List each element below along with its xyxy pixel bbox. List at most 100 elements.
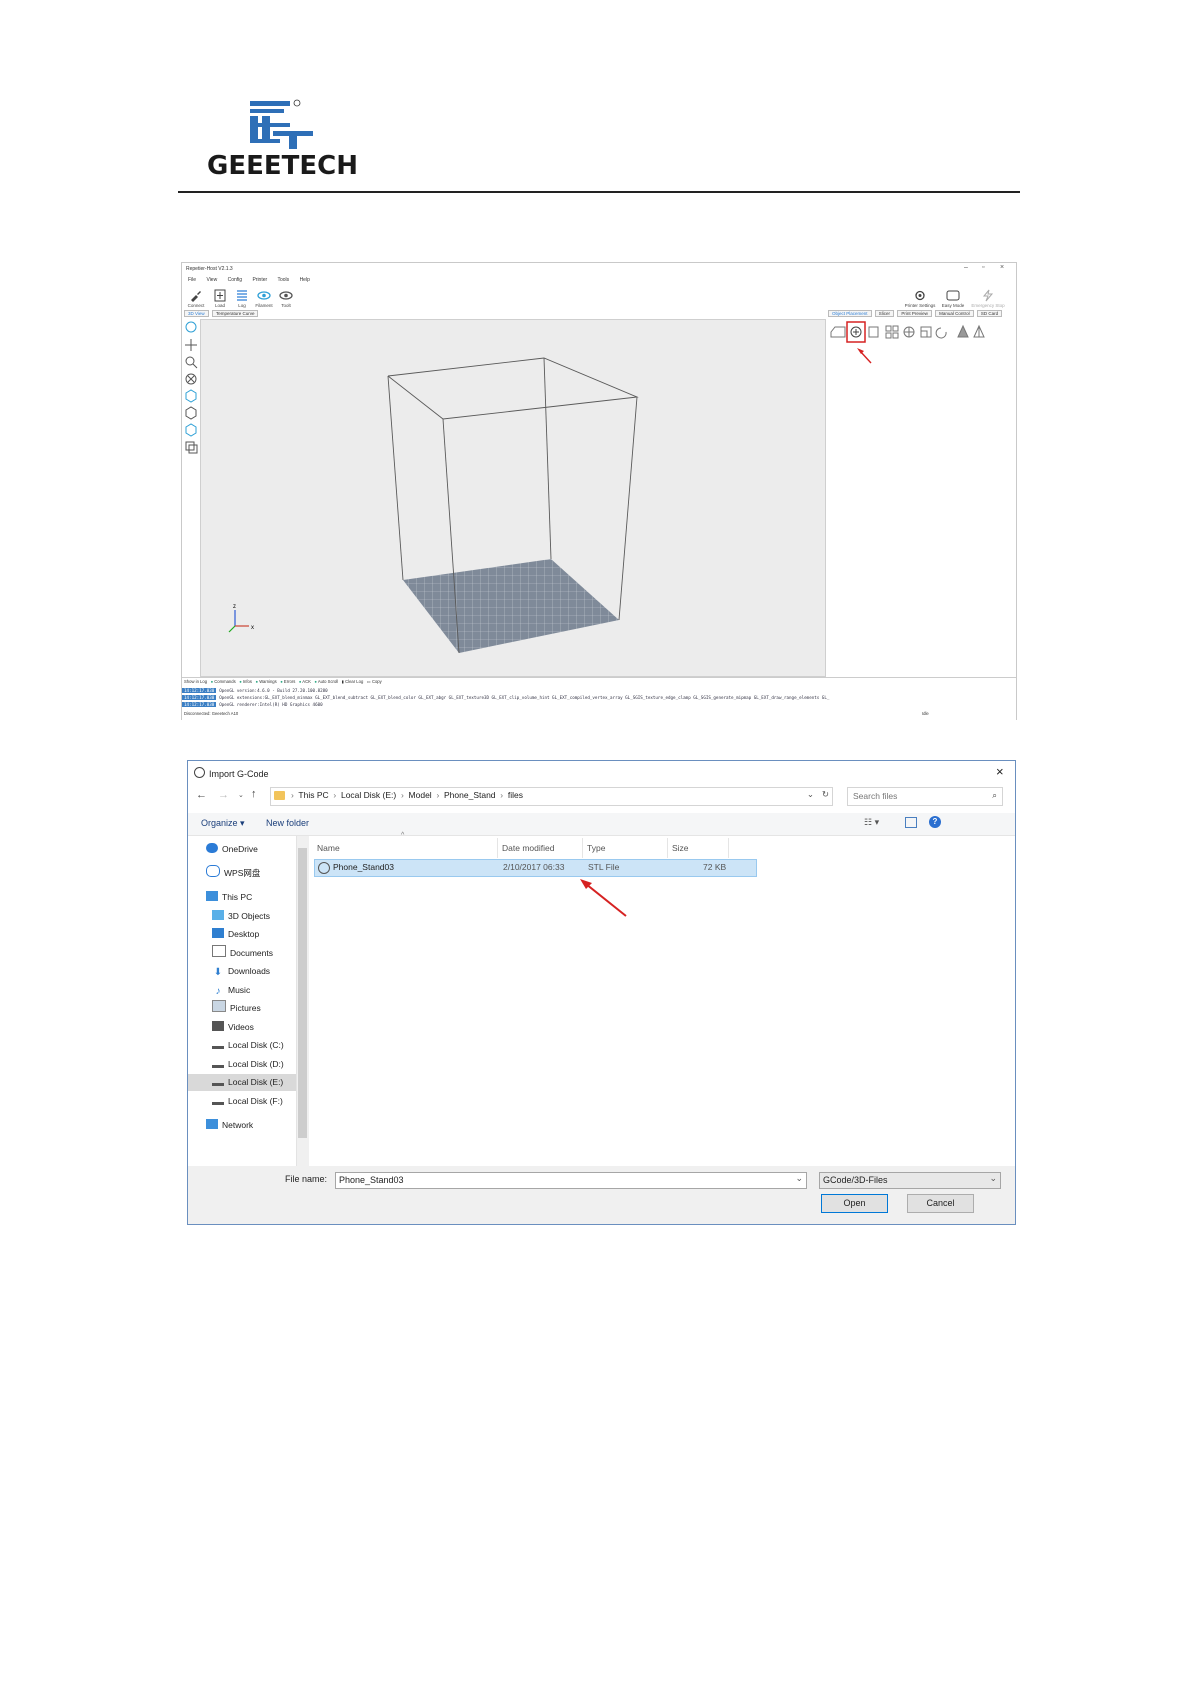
axis-gizmo-icon: z x bbox=[228, 604, 254, 633]
add-object-button[interactable] bbox=[827, 319, 867, 343]
menu-view[interactable]: View bbox=[206, 277, 217, 283]
nav-3d-objects[interactable]: 3D Objects bbox=[212, 908, 270, 925]
chevron-down-icon: ⌄ bbox=[989, 1173, 997, 1183]
crumb-phone-stand[interactable]: Phone_Stand bbox=[444, 790, 496, 800]
object-placement-panel bbox=[827, 319, 1015, 675]
nav-desktop[interactable]: Desktop bbox=[212, 926, 259, 943]
crumb-local-disk-e[interactable]: Local Disk (E:) bbox=[341, 790, 396, 800]
address-bar[interactable]: › This PC › Local Disk (E:) › Model › Ph… bbox=[270, 787, 833, 806]
filename-input[interactable]: Phone_Stand03 ⌄ bbox=[335, 1172, 807, 1189]
errors-toggle[interactable]: Errors bbox=[284, 679, 295, 684]
cube-icon bbox=[212, 910, 224, 920]
file-row[interactable]: Phone_Stand03 2/10/2017 06:33 STL File 7… bbox=[314, 859, 757, 877]
navigation-pane: OneDrive WPS网盘 This PC 3D Objects Deskto… bbox=[188, 836, 300, 1166]
filename-dropdown-icon[interactable]: ⌄ bbox=[795, 1173, 803, 1184]
nav-music[interactable]: ♪ Music bbox=[212, 982, 251, 999]
menu-help[interactable]: Help bbox=[300, 277, 310, 283]
nav-scrollbar[interactable] bbox=[296, 836, 309, 1166]
nav-downloads[interactable]: ⬇ Downloads bbox=[212, 963, 270, 980]
menu-config[interactable]: Config bbox=[228, 277, 242, 283]
address-dropdown-icon[interactable]: ⌄ bbox=[807, 789, 814, 800]
crumb-files[interactable]: files bbox=[508, 790, 523, 800]
downloads-icon: ⬇ bbox=[213, 967, 223, 978]
crumb-model[interactable]: Model bbox=[409, 790, 432, 800]
tab-3d-view[interactable]: 3D View bbox=[184, 310, 209, 317]
auto-scroll-toggle[interactable]: Auto Scroll bbox=[318, 679, 338, 684]
column-size[interactable]: Size bbox=[669, 838, 729, 858]
tab-slicer[interactable]: Slicer bbox=[874, 310, 895, 317]
nav-network[interactable]: Network bbox=[206, 1117, 253, 1134]
nav-wps[interactable]: WPS网盘 bbox=[206, 865, 260, 882]
computer-icon bbox=[206, 891, 218, 901]
infos-toggle[interactable]: Infos bbox=[243, 679, 252, 684]
commands-toggle[interactable]: Commands bbox=[214, 679, 235, 684]
refresh-icon[interactable]: ↻ bbox=[822, 789, 829, 800]
clear-log-button[interactable]: Clear Log bbox=[345, 679, 363, 684]
menu-printer[interactable]: Printer bbox=[252, 277, 267, 283]
warnings-toggle[interactable]: Warnings bbox=[259, 679, 277, 684]
nav-local-disk-e[interactable]: Local Disk (E:) bbox=[188, 1074, 296, 1091]
help-icon[interactable]: ? bbox=[929, 816, 941, 828]
svg-text:z: z bbox=[233, 604, 236, 610]
repetier-host-window: Repetier-Host V2.1.3 – ▫ × File View Con… bbox=[181, 262, 1017, 720]
filament-button[interactable]: Filament bbox=[252, 289, 276, 308]
crumb-this-pc[interactable]: This PC bbox=[298, 790, 328, 800]
filetype-select[interactable]: GCode/3D-Files ⌄ bbox=[819, 1172, 1001, 1189]
stl-file-icon bbox=[318, 862, 330, 874]
back-icon[interactable]: ← bbox=[196, 789, 207, 801]
scrollbar-thumb[interactable] bbox=[298, 848, 307, 1138]
nav-documents[interactable]: Documents bbox=[212, 945, 273, 962]
tab-sd-card[interactable]: SD Card bbox=[976, 310, 1003, 317]
preview-pane-icon[interactable] bbox=[905, 817, 917, 828]
organize-button[interactable]: Organize ▾ bbox=[201, 818, 245, 829]
new-folder-button[interactable]: New folder bbox=[266, 818, 309, 828]
connect-button[interactable]: Connect bbox=[184, 289, 208, 308]
cloud-icon bbox=[206, 843, 218, 853]
tab-temperature-curve[interactable]: Temperature Curve bbox=[211, 310, 259, 317]
toolt-button[interactable]: Toolt bbox=[274, 289, 298, 308]
menu-file[interactable]: File bbox=[188, 277, 196, 283]
search-input[interactable]: Search files ⌕ bbox=[847, 787, 1003, 806]
column-name[interactable]: Name bbox=[314, 838, 498, 858]
nav-local-disk-c[interactable]: Local Disk (C:) bbox=[212, 1037, 284, 1054]
log-button[interactable]: Log bbox=[230, 289, 254, 308]
column-date-modified[interactable]: Date modified bbox=[499, 838, 583, 858]
nav-onedrive[interactable]: OneDrive bbox=[206, 841, 258, 858]
minimize-icon[interactable]: – bbox=[964, 264, 968, 271]
nav-local-disk-f[interactable]: Local Disk (F:) bbox=[212, 1093, 283, 1110]
nav-local-disk-d[interactable]: Local Disk (D:) bbox=[212, 1056, 284, 1073]
column-type[interactable]: Type bbox=[584, 838, 668, 858]
videos-icon bbox=[212, 1021, 224, 1031]
open-button[interactable]: Open bbox=[821, 1194, 888, 1213]
copy-button[interactable]: Copy bbox=[372, 679, 382, 684]
dialog-close-icon[interactable]: × bbox=[996, 764, 1004, 779]
tab-manual-control[interactable]: Manual Control bbox=[935, 310, 974, 317]
easy-mode-button[interactable]: Easy Mode bbox=[938, 289, 968, 308]
load-button[interactable]: Load bbox=[208, 289, 232, 308]
up-icon[interactable]: ↑ bbox=[251, 788, 257, 800]
nav-this-pc[interactable]: This PC bbox=[206, 889, 252, 906]
nav-videos[interactable]: Videos bbox=[212, 1019, 254, 1036]
show-in-log[interactable]: Show in Log bbox=[184, 679, 207, 684]
file-size: 72 KB bbox=[703, 862, 727, 872]
load-icon bbox=[214, 289, 226, 302]
tab-print-preview[interactable]: Print Preview bbox=[897, 310, 932, 317]
3d-viewport[interactable]: z x bbox=[200, 319, 826, 677]
trash-icon: ▮ bbox=[341, 679, 344, 684]
dialog-title: Import G-Code bbox=[209, 769, 269, 779]
printer-settings-button[interactable]: Printer Settings bbox=[902, 289, 938, 308]
cancel-button[interactable]: Cancel bbox=[907, 1194, 974, 1213]
restore-icon[interactable]: ▫ bbox=[982, 264, 984, 271]
emergency-stop-button[interactable]: Emergency Stop bbox=[968, 289, 1008, 308]
close-icon[interactable]: × bbox=[1000, 264, 1004, 271]
nav-pictures[interactable]: Pictures bbox=[212, 1000, 261, 1017]
view-options-icon[interactable]: ☷ ▾ bbox=[864, 817, 879, 828]
recent-dropdown-icon[interactable]: ⌄ bbox=[238, 791, 244, 799]
menu-tools[interactable]: Tools bbox=[277, 277, 289, 283]
tab-object-placement[interactable]: Object Placement bbox=[828, 310, 872, 317]
command-bar: Organize ▾ New folder ☷ ▾ ? bbox=[188, 813, 1015, 836]
connection-status: Disconnected: Geeetech A10 bbox=[184, 711, 239, 716]
ack-toggle[interactable]: ACK bbox=[302, 679, 311, 684]
gear-icon bbox=[915, 290, 925, 301]
forward-icon[interactable]: → bbox=[218, 789, 229, 801]
